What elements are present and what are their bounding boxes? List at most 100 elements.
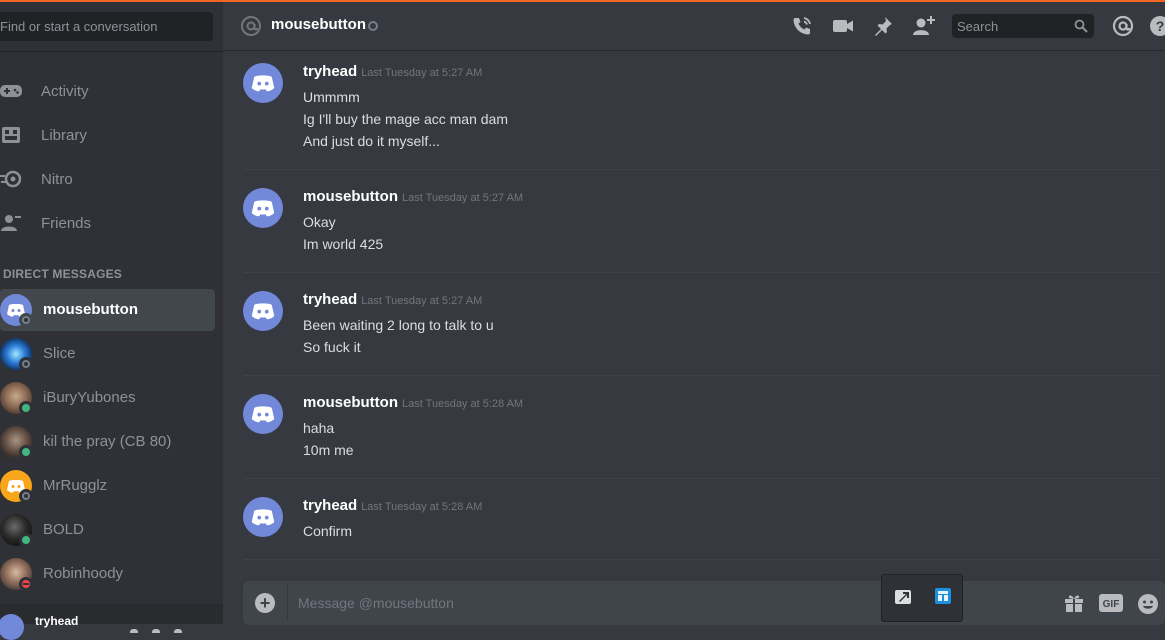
avatar[interactable]	[243, 63, 283, 103]
dm-item-slice[interactable]: Slice	[0, 333, 215, 375]
mute-icon[interactable]	[130, 629, 138, 633]
dm-sidebar: Find or start a conversation Activity Li…	[0, 2, 223, 640]
find-conversation-input[interactable]: Find or start a conversation	[0, 12, 213, 41]
message-line: Ummmm	[303, 89, 360, 105]
gif-label: GIF	[1103, 599, 1120, 610]
emoji-icon[interactable]	[1137, 593, 1159, 620]
status-indicator	[19, 533, 33, 547]
message-author[interactable]: mousebutton Last Tuesday at 5:27 AM	[303, 188, 523, 205]
author-name[interactable]: tryhead	[303, 63, 357, 80]
avatar[interactable]	[243, 291, 283, 331]
message-line: Im world 425	[303, 236, 384, 252]
dm-item-robinhoody[interactable]: Robinhoody	[0, 553, 215, 595]
direct-messages-header: DIRECT MESSAGES	[3, 267, 123, 281]
nitro-icon	[0, 166, 24, 192]
at-sign-icon	[240, 15, 262, 42]
dm-item-bold[interactable]: BOLD	[0, 509, 215, 551]
message-timestamp: Last Tuesday at 5:27 AM	[361, 67, 483, 79]
avatar[interactable]	[243, 188, 283, 228]
message-line: Confirm	[303, 523, 353, 539]
dm-item-kil-the-pray[interactable]: kil the pray (CB 80)	[0, 421, 215, 463]
message-body: Okay Im world 425	[303, 211, 383, 255]
library-icon	[0, 122, 24, 148]
author-name[interactable]: tryhead	[303, 291, 357, 308]
composer-divider	[287, 585, 288, 621]
nav-item-nitro[interactable]: Nitro	[0, 158, 215, 200]
message-body: Confirm	[303, 520, 352, 542]
app-overlay-popup	[881, 574, 963, 622]
search-input[interactable]: Search	[952, 14, 1094, 38]
status-indicator	[19, 357, 33, 371]
dm-name: Robinhoody	[43, 565, 124, 582]
windows-app-icon[interactable]	[934, 587, 952, 610]
pinned-messages-icon[interactable]	[871, 14, 895, 38]
message-line: Ig I'll buy the mage acc man dam	[303, 111, 508, 127]
deafen-icon[interactable]	[152, 629, 160, 633]
gamepad-icon	[0, 78, 24, 104]
avatar[interactable]	[243, 394, 283, 434]
message-body: haha 10m me	[303, 417, 354, 461]
dm-name: BOLD	[43, 521, 84, 538]
start-voice-call-icon[interactable]	[790, 14, 814, 38]
author-name[interactable]: tryhead	[303, 497, 357, 514]
message-line: And just do it myself...	[303, 133, 440, 149]
status-indicator	[19, 313, 33, 327]
message-line: Okay	[303, 214, 336, 230]
settings-icon[interactable]	[174, 629, 182, 633]
author-name[interactable]: mousebutton	[303, 188, 398, 205]
nav-label: Activity	[41, 82, 89, 100]
gift-icon[interactable]	[1063, 593, 1085, 618]
search-icon	[1074, 19, 1088, 38]
dm-item-iburyyubones[interactable]: iBuryYubones	[0, 377, 215, 419]
status-indicator	[19, 401, 33, 415]
message-divider	[243, 375, 1161, 376]
start-video-call-icon[interactable]	[831, 14, 855, 38]
user-controls	[130, 620, 200, 633]
dm-item-mrrugglz[interactable]: MrRugglz	[0, 465, 215, 507]
dm-name: kil the pray (CB 80)	[43, 433, 172, 450]
dm-name: iBuryYubones	[43, 389, 136, 406]
message-author[interactable]: mousebutton Last Tuesday at 5:28 AM	[303, 394, 523, 411]
nav-label: Library	[41, 126, 87, 144]
message-author[interactable]: tryhead Last Tuesday at 5:27 AM	[303, 63, 482, 80]
message-timestamp: Last Tuesday at 5:28 AM	[402, 398, 524, 410]
nav-label: Friends	[41, 214, 92, 232]
message-line: So fuck it	[303, 339, 361, 355]
message-author[interactable]: tryhead Last Tuesday at 5:27 AM	[303, 291, 482, 308]
sidebar-divider	[0, 51, 223, 52]
add-friend-to-dm-icon[interactable]	[912, 14, 936, 38]
dm-item-mousebutton[interactable]: mousebutton	[0, 289, 215, 331]
message-composer: + Message @mousebutton GIF	[243, 581, 1165, 625]
mentions-icon[interactable]	[1111, 14, 1135, 38]
status-indicator	[19, 445, 33, 459]
message-divider	[243, 272, 1161, 273]
message-line: haha	[303, 420, 335, 436]
message-list: tryhead Last Tuesday at 5:27 AM Ummmm Ig …	[223, 51, 1165, 571]
message-divider	[243, 478, 1161, 479]
user-panel: tryhead	[0, 604, 223, 640]
upload-file-button[interactable]: +	[255, 593, 275, 613]
nav-item-activity[interactable]: Activity	[0, 70, 215, 112]
nav-label: Nitro	[41, 170, 73, 188]
message-author[interactable]: tryhead Last Tuesday at 5:28 AM	[303, 497, 482, 514]
message-body: Ummmm Ig I'll buy the mage acc man dam A…	[303, 86, 508, 152]
author-name[interactable]: mousebutton	[303, 394, 398, 411]
avatar[interactable]	[0, 614, 24, 640]
nav-item-friends[interactable]: Friends	[0, 202, 215, 244]
friends-icon	[0, 210, 24, 236]
dm-name: mousebutton	[43, 301, 138, 318]
message-body: Been waiting 2 long to talk to u So fuck…	[303, 314, 494, 358]
share-icon[interactable]	[894, 587, 912, 610]
nav-item-library[interactable]: Library	[0, 114, 215, 156]
help-icon[interactable]: ?	[1148, 14, 1165, 38]
status-indicator	[19, 577, 33, 591]
gif-picker-button[interactable]: GIF	[1099, 594, 1123, 617]
message-divider	[243, 169, 1161, 170]
message-line: Been waiting 2 long to talk to u	[303, 317, 494, 333]
message-timestamp: Last Tuesday at 5:28 AM	[361, 501, 483, 513]
avatar[interactable]	[243, 497, 283, 537]
message-divider	[243, 559, 1161, 560]
message-input[interactable]: Message @mousebutton	[298, 595, 454, 611]
page-title: mousebutton	[271, 16, 366, 33]
search-placeholder: Search	[957, 19, 999, 34]
